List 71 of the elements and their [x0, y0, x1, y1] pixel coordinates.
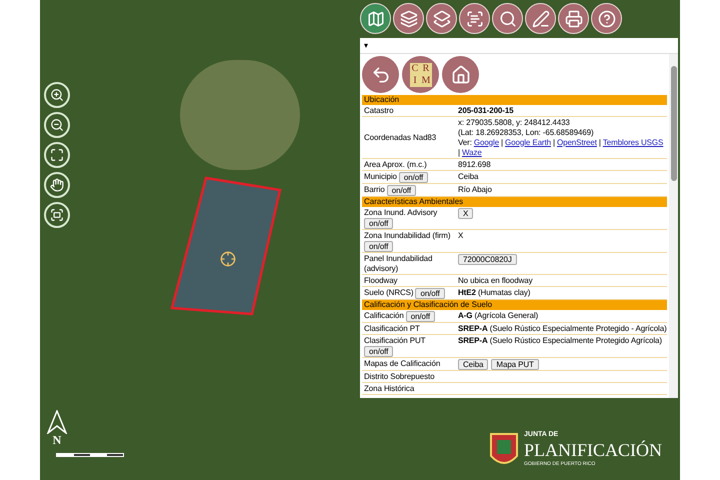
map-link[interactable]: Temblores USGS [602, 138, 664, 148]
panel-button[interactable]: on/off [415, 288, 445, 298]
north-arrow-icon [46, 410, 68, 434]
field-label: Mapas de Calificación [364, 359, 440, 369]
link-separator: | [552, 138, 555, 148]
field-label: Calificación [364, 311, 404, 321]
field-label: Zona Histórica [364, 384, 414, 394]
field-value: 205-031-200-15 [458, 106, 515, 116]
link-separator: | [458, 148, 460, 158]
printer-icon[interactable] [558, 3, 589, 34]
panel-button[interactable]: on/off [398, 172, 428, 182]
section-header: Características Ambientales [362, 197, 667, 207]
field-value: X [458, 230, 464, 240]
pen-icon[interactable] [525, 3, 556, 34]
hand-icon[interactable] [44, 172, 70, 198]
link-separator: | [501, 138, 504, 148]
field-label: Catastro [364, 106, 394, 116]
links-prefix: Ver: [458, 138, 472, 148]
field-label: Municipio [364, 172, 397, 182]
field-label: Clasificación PT [364, 324, 420, 334]
panel-button[interactable]: 72000C0820J [458, 254, 517, 264]
section-header: Calificación y Clasificación de Suelo [362, 300, 667, 310]
frame-icon[interactable] [44, 202, 70, 228]
field-value: Ceiba [458, 172, 480, 182]
map-link[interactable]: OpenStreet [556, 138, 597, 148]
field-value: SREP-A (Suelo Rústico Especialmente Protegido Agrícola) [458, 336, 663, 346]
panel-button[interactable]: on/off [386, 184, 416, 196]
collapse-toggle[interactable]: ▾ [364, 42, 368, 50]
zoom-out-icon[interactable] [44, 112, 70, 138]
layers-icon[interactable] [393, 3, 424, 34]
panel-button[interactable]: X [458, 208, 474, 218]
scrollbar[interactable] [669, 54, 678, 398]
field-value: HtE2 (Humatas clay) [458, 288, 532, 298]
field-label: Panel Inundabilidad (advisory) [364, 254, 434, 274]
crim-logo-button[interactable]: C R I M [402, 56, 439, 93]
field-label: Area Aprox. (m.c.) [364, 160, 427, 170]
map-link[interactable]: Google [474, 138, 500, 148]
field-label: Floodway [364, 276, 398, 286]
field-value: SREP-A (Suelo Rústico Especialmente Protegido - Agrícola) [458, 324, 667, 334]
panel-button[interactable]: on/off [364, 240, 394, 252]
extent-icon[interactable] [44, 142, 70, 168]
panel-button[interactable]: Ceiba [458, 358, 488, 370]
field-value: No ubica en floodway [458, 276, 534, 286]
field-value: (Lat: 18.26928353, Lon: -65.68589469) [458, 128, 595, 138]
link-separator: | [598, 138, 601, 148]
help-icon[interactable] [591, 3, 622, 34]
field-label: Zona Inund. Advisory [364, 208, 438, 218]
field-value: Río Abajo [458, 184, 493, 194]
logo-title: PLANIFICACIÓN [524, 439, 662, 461]
map-link[interactable]: Waze [462, 148, 482, 158]
field-value: x: 279035.5808, y: 248412.4433 [458, 118, 571, 128]
search-icon[interactable] [492, 3, 523, 34]
scale-bar [56, 453, 124, 457]
field-label: Barrio [364, 185, 385, 195]
field-label: Distrito Sobrepuesto [364, 372, 434, 382]
field-label: Coordenadas Nad83 [364, 132, 436, 142]
section-header: Ubicación [362, 95, 667, 105]
panel-button[interactable]: on/off [364, 218, 394, 228]
north-label: N [52, 434, 62, 446]
field-value: 8912.698 [458, 160, 492, 170]
field-value: A-G (Agrícola General) [458, 310, 540, 320]
layers-icon[interactable] [426, 3, 457, 34]
crosshair-icon [220, 251, 236, 267]
field-label: Zona Inundabilidad (firm) [364, 230, 450, 240]
zoom-in-icon[interactable] [44, 82, 70, 108]
field-label: Suelo (NRCS) [364, 288, 414, 298]
panel-button[interactable]: on/off [406, 310, 435, 322]
field-label: Clasificación PUT [364, 336, 426, 346]
map-link[interactable]: Google Earth [505, 138, 551, 148]
panel-button[interactable]: Mapa PUT [491, 358, 539, 370]
panel-button[interactable]: on/off [364, 346, 394, 356]
